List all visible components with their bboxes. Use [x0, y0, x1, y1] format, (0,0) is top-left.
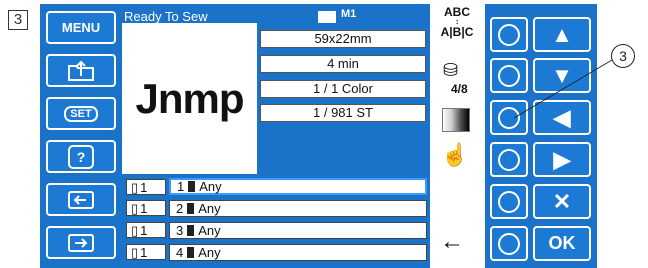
- open-file-button[interactable]: [46, 54, 116, 87]
- slot-needle-2: ▯ 1: [126, 200, 166, 216]
- callout-leader-line: [513, 59, 613, 119]
- slot-needle-3: ▯ 1: [126, 222, 166, 238]
- design-size: 59x22mm: [260, 30, 426, 48]
- needle-icon: ▯: [131, 223, 139, 238]
- needle-icon: ▯: [131, 180, 139, 195]
- circle-icon: [498, 148, 520, 171]
- thread-swatch: [188, 181, 196, 192]
- thread-swatch: [187, 203, 195, 214]
- cancel-button[interactable]: ✕: [533, 184, 591, 219]
- slot-index: 3: [176, 222, 184, 238]
- memory-label: M1: [341, 8, 357, 20]
- help-button[interactable]: ?: [46, 140, 116, 173]
- circle-icon: [498, 232, 520, 255]
- slot-color: Any: [199, 178, 222, 194]
- transfer-in-icon: [68, 233, 94, 252]
- transfer-out-button[interactable]: [46, 183, 116, 216]
- set-button[interactable]: SET: [46, 97, 116, 130]
- color-slot-4[interactable]: 4 Any: [169, 244, 427, 261]
- color-slot-2[interactable]: 2 Any: [169, 200, 427, 217]
- thread-swatch: [187, 225, 195, 236]
- lettering-layout-icon[interactable]: ABC ↕ A|B|C: [440, 6, 474, 38]
- spool-icon[interactable]: ⛁: [443, 60, 458, 81]
- hand-icon[interactable]: ☝: [441, 142, 468, 168]
- callout-number: 3: [611, 44, 635, 68]
- set-icon: SET: [64, 105, 98, 122]
- design-preview: Jnmp: [122, 23, 257, 174]
- transfer-out-icon: [68, 190, 94, 209]
- circle-icon: [498, 23, 520, 46]
- circle-button-5[interactable]: [490, 184, 528, 219]
- ok-button[interactable]: OK: [533, 226, 591, 261]
- transfer-in-button[interactable]: [46, 226, 116, 259]
- stitch-count: 1 / 981 ST: [260, 104, 426, 122]
- status-text: Ready To Sew: [124, 9, 208, 24]
- menu-button[interactable]: MENU: [46, 11, 116, 44]
- slot-needle-1: ▯ 1: [126, 179, 166, 195]
- color-count: 1 / 1 Color: [260, 80, 426, 98]
- right-arrow-button[interactable]: ▶: [533, 142, 591, 177]
- slot-color: Any: [198, 244, 221, 260]
- circle-icon: [498, 190, 520, 213]
- color-slot-1[interactable]: 1 Any: [169, 178, 427, 195]
- circle-button-4[interactable]: [490, 142, 528, 177]
- spool-count: 4/8: [451, 82, 468, 96]
- step-number-box: 3: [8, 10, 28, 30]
- slot-color: Any: [198, 222, 221, 238]
- needle-icon: ▯: [131, 201, 139, 216]
- color-slot-3[interactable]: 3 Any: [169, 222, 427, 239]
- slot-needle-4: ▯ 1: [126, 244, 166, 260]
- back-arrow-icon[interactable]: ←: [440, 230, 464, 254]
- slot-index: 2: [176, 200, 184, 216]
- up-arrow-button[interactable]: ▲: [533, 17, 591, 52]
- circle-button-6[interactable]: [490, 226, 528, 261]
- thread-swatch: [187, 247, 195, 258]
- sewing-time: 4 min: [260, 55, 426, 73]
- help-icon: ?: [68, 144, 94, 169]
- abc-bottom-text: A|B|C: [440, 25, 474, 39]
- folder-open-icon: [68, 60, 94, 81]
- needle-icon: ▯: [131, 245, 139, 260]
- circle-button-1[interactable]: [490, 17, 528, 52]
- slot-index: 1: [177, 178, 185, 194]
- memory-icon: [318, 11, 336, 23]
- preview-text: Jnmp: [135, 74, 244, 122]
- slot-index: 4: [176, 244, 184, 260]
- color-gradient-icon[interactable]: [442, 108, 470, 132]
- slot-color: Any: [198, 200, 221, 216]
